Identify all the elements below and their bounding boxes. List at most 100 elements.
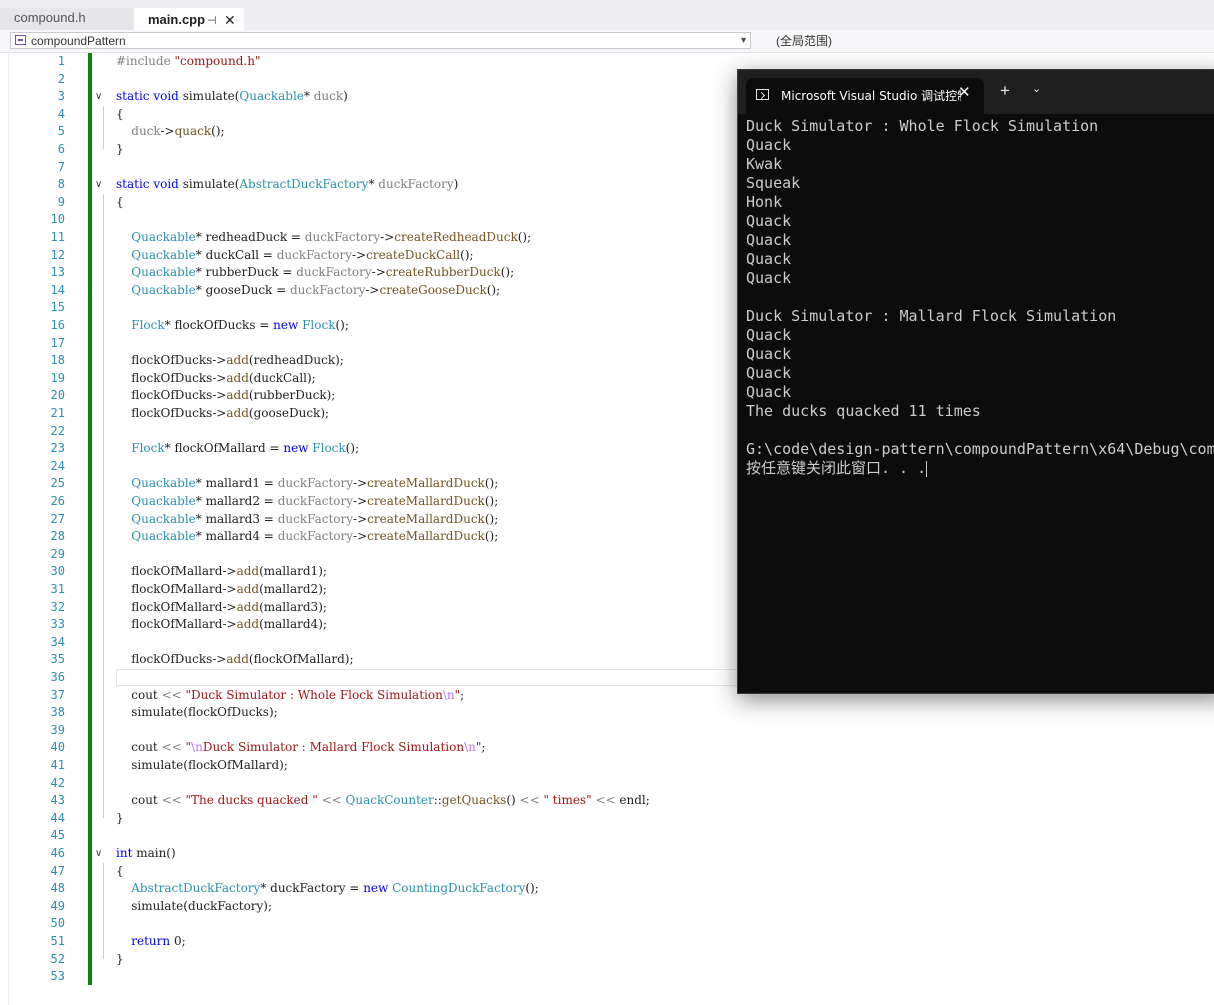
code-line[interactable]: simulate(flockOfDucks); [116, 704, 277, 721]
code-token: :: [433, 793, 442, 808]
code-line[interactable]: } [116, 141, 124, 158]
new-tab-icon[interactable]: + [1000, 81, 1010, 101]
code-line[interactable]: Quackable* duckCall = duckFactory->creat… [116, 247, 474, 264]
code-line[interactable]: Quackable* mallard1 = duckFactory->creat… [116, 475, 498, 492]
code-line[interactable]: simulate(duckFactory); [116, 898, 272, 915]
code-line[interactable]: static void simulate(Quackable* duck) [116, 88, 348, 105]
code-token: -> [353, 476, 368, 491]
code-token: (); [460, 247, 474, 262]
fold-toggle-icon[interactable]: ∨ [95, 88, 102, 105]
code-line[interactable]: Quackable* redheadDuck = duckFactory->cr… [116, 229, 531, 246]
close-icon[interactable]: ✕ [224, 10, 236, 30]
code-token: flockOfMallard-> [116, 599, 237, 614]
debug-console-window[interactable]: Microsoft Visual Studio 调试控制台 ✕ + ⌄ Duck… [737, 69, 1214, 694]
console-output-line: Quack [746, 364, 792, 382]
code-token: simulate( [178, 89, 240, 104]
line-number: 39 [50, 722, 65, 737]
line-number: 15 [50, 300, 65, 315]
code-line[interactable]: flockOfDucks->add(gooseDuck); [116, 405, 329, 422]
code-line[interactable]: Quackable* mallard3 = duckFactory->creat… [116, 511, 498, 528]
close-icon[interactable]: ✕ [958, 83, 971, 101]
line-number: 34 [50, 634, 65, 649]
code-line[interactable]: flockOfDucks->add(rubberDuck); [116, 387, 335, 404]
line-number: 9 [57, 194, 65, 209]
code-token: (); [525, 881, 539, 896]
code-line[interactable]: flockOfDucks->add(redheadDuck); [116, 352, 344, 369]
code-line[interactable]: cout << "The ducks quacked " << QuackCou… [116, 792, 650, 809]
line-number: 23 [50, 441, 65, 456]
line-number: 45 [50, 828, 65, 843]
code-token: (mallard2); [259, 582, 327, 596]
console-output-line: Quack [746, 250, 792, 268]
pin-icon[interactable]: ⊣ [207, 11, 217, 31]
code-line[interactable]: Flock* flockOfMallard = new Flock(); [116, 440, 359, 457]
code-line[interactable]: } [116, 951, 124, 968]
code-token: getQuacks [441, 793, 507, 808]
fold-toggle-icon[interactable]: ∨ [95, 176, 102, 193]
code-line[interactable]: Quackable* rubberDuck = duckFactory->cre… [116, 264, 514, 281]
code-token: -> [365, 282, 380, 297]
code-line[interactable]: Quackable* gooseDuck = duckFactory->crea… [116, 282, 500, 299]
code-line[interactable]: #include "compound.h" [116, 53, 260, 70]
code-line[interactable]: Flock* flockOfDucks = new Flock(); [116, 317, 349, 334]
chevron-down-icon[interactable]: ⌄ [1032, 82, 1041, 95]
code-line[interactable]: AbstractDuckFactory* duckFactory = new C… [116, 880, 539, 897]
line-number: 26 [50, 494, 65, 508]
code-line[interactable]: duck->quack(); [116, 123, 224, 140]
code-line[interactable]: flockOfDucks->add(duckCall); [116, 370, 315, 387]
code-line[interactable]: static void simulate(AbstractDuckFactory… [116, 176, 458, 193]
code-token: (mallard3); [259, 599, 327, 614]
code-token: new [273, 318, 299, 332]
code-line[interactable]: cout << "Duck Simulator : Whole Flock Si… [116, 687, 464, 704]
code-line[interactable]: int main() [116, 845, 176, 862]
fold-toggle-icon[interactable]: ∨ [95, 845, 102, 862]
code-token: Flock [131, 441, 165, 456]
code-line[interactable]: } [116, 810, 124, 827]
code-token: Quackable [131, 476, 196, 491]
code-line[interactable]: { [116, 194, 124, 211]
member-scope-dropdown[interactable]: (全局范围) [758, 32, 1214, 49]
code-token: Quackable [239, 89, 304, 104]
code-token: duckFactory [277, 476, 354, 491]
code-line[interactable]: flockOfMallard->add(mallard3); [116, 599, 327, 616]
code-token: Quackable [131, 282, 196, 297]
code-token: AbstractDuckFactory [239, 177, 369, 192]
code-line[interactable]: flockOfMallard->add(mallard4); [116, 616, 327, 633]
console-tab[interactable]: Microsoft Visual Studio 调试控制台 ✕ [746, 78, 984, 114]
code-token: << [595, 793, 616, 808]
line-number: 10 [50, 212, 65, 227]
code-line[interactable]: simulate(flockOfMallard); [116, 757, 288, 774]
code-token: flockOfDucks-> [116, 388, 227, 403]
code-token: createMallardDuck [367, 511, 485, 526]
code-line[interactable]: flockOfDucks->add(flockOfMallard); [116, 651, 353, 668]
line-number: 51 [50, 934, 65, 948]
code-token: * redheadDuck = [195, 230, 305, 244]
code-token: * duckFactory = [260, 881, 364, 896]
code-line[interactable]: Quackable* mallard2 = duckFactory->creat… [116, 493, 498, 510]
line-number: 29 [50, 546, 65, 561]
code-token: } [116, 142, 124, 156]
tab-compound-h[interactable]: compound.h [0, 8, 133, 30]
code-line[interactable]: return 0; [116, 933, 185, 950]
tab-main-cpp[interactable]: main.cpp ⊣ ✕ [134, 8, 244, 30]
project-scope-dropdown[interactable]: compoundPattern ▼ [10, 32, 751, 49]
code-line[interactable]: { [116, 106, 124, 123]
code-line[interactable]: cout << "\nDuck Simulator : Mallard Floc… [116, 739, 485, 756]
code-line[interactable]: { [116, 863, 124, 880]
code-token: add [226, 406, 249, 420]
console-titlebar: Microsoft Visual Studio 调试控制台 ✕ + ⌄ [738, 70, 1214, 114]
line-number: 13 [50, 265, 65, 280]
code-line[interactable]: flockOfMallard->add(mallard1); [116, 563, 327, 580]
code-token: (); [345, 441, 360, 456]
code-line[interactable]: Quackable* mallard4 = duckFactory->creat… [116, 528, 498, 545]
code-token: (rubberDuck); [248, 388, 336, 403]
chevron-down-icon[interactable]: ▼ [739, 33, 748, 48]
console-title: Microsoft Visual Studio 调试控制台 [781, 89, 961, 103]
code-token: Flock [131, 318, 165, 332]
code-token: * gooseDuck = [195, 282, 290, 297]
code-line[interactable]: flockOfMallard->add(mallard2); [116, 581, 327, 598]
line-number: 18 [50, 353, 65, 368]
code-token: (); [500, 265, 515, 280]
code-token: " times" [543, 793, 592, 808]
